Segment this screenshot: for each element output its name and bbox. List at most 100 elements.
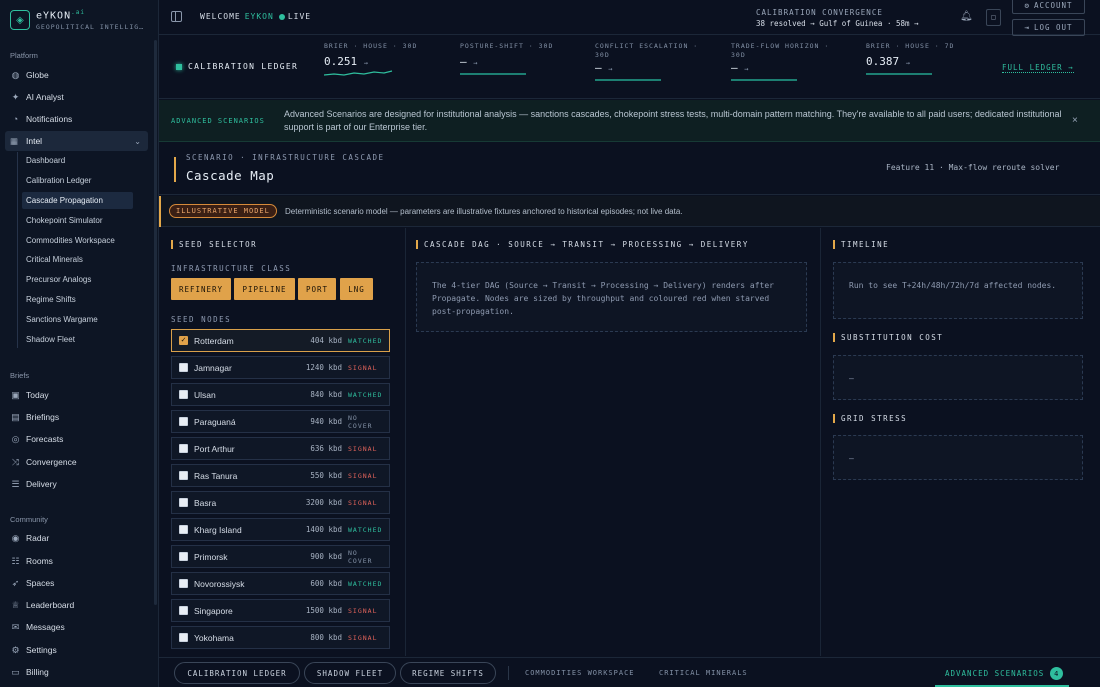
sidebar-item-shadow-fleet[interactable]: Shadow Fleet — [22, 331, 133, 348]
metric-brier-30d[interactable]: BRIER · HOUSE · 30D 0.251 → — [323, 42, 449, 79]
checkbox[interactable] — [179, 471, 188, 480]
tab-shadow-fleet[interactable]: SHADOW FLEET — [304, 662, 396, 684]
sidebar-item-calibration-ledger[interactable]: Calibration Ledger — [22, 172, 133, 189]
checkbox[interactable] — [179, 498, 188, 507]
metric-posture-shift[interactable]: POSTURE-SHIFT · 30D — → — [460, 42, 585, 75]
sidebar-item-forecasts[interactable]: ◎ Forecasts — [10, 430, 64, 448]
sidebar-item-leaderboard[interactable]: ♕ Leaderboard — [10, 596, 74, 614]
brand[interactable]: ◈ eYKON.ai GEOPOLITICAL INTELLIG… — [10, 9, 144, 31]
checkbox[interactable] — [179, 417, 188, 426]
checkbox[interactable]: ✓ — [179, 336, 188, 345]
tab-calibration-ledger[interactable]: CALIBRATION LEDGER — [174, 662, 300, 684]
sidebar-item-ai-analyst[interactable]: ✦ AI Analyst — [10, 88, 64, 106]
metric-trade-flow[interactable]: TRADE-FLOW HORIZON · 30D — → — [731, 42, 841, 81]
checkbox[interactable] — [179, 579, 188, 588]
sidebar-item-precursor-analogs[interactable]: Precursor Analogs — [22, 271, 133, 288]
sidebar-item-intel[interactable]: ▦ Intel ⌄ — [5, 131, 148, 151]
checkbox[interactable] — [179, 633, 188, 642]
seed-node-row[interactable]: Paraguaná 940 kbd NO COVER — [171, 410, 390, 433]
metric-bar — [460, 73, 526, 75]
node-throughput: 404 kbd — [310, 336, 342, 345]
checkbox[interactable] — [179, 525, 188, 534]
metric-conflict-escalation[interactable]: CONFLICT ESCALATION · 30D — → — [595, 42, 710, 81]
node-throughput: 1500 kbd — [305, 606, 342, 615]
tab-commodities-workspace[interactable]: COMMODITIES WORKSPACE — [525, 669, 635, 677]
tab-critical-minerals[interactable]: CRITICAL MINERALS — [659, 669, 748, 677]
checkbox[interactable] — [179, 363, 188, 372]
node-name: Ulsan — [194, 389, 216, 400]
sidebar-item-notifications[interactable]: ◔ Notifications — [10, 110, 73, 128]
chip-port[interactable]: PORT — [298, 278, 336, 300]
sidebar-item-sanctions-wargame[interactable]: Sanctions Wargame — [22, 311, 133, 328]
seed-node-row[interactable]: Singapore 1500 kbd SIGNAL — [171, 599, 390, 622]
seed-node-row[interactable]: Ulsan 840 kbd WATCHED — [171, 383, 390, 406]
seed-node-row[interactable]: Primorsk 900 kbd NO COVER — [171, 545, 390, 568]
panel-button[interactable]: ▢ — [986, 9, 1001, 26]
close-icon[interactable]: × — [1072, 115, 1078, 126]
users-icon: ☷ — [11, 555, 20, 566]
seed-node-row[interactable]: Ras Tanura 550 kbd SIGNAL — [171, 464, 390, 487]
node-status: WATCHED — [348, 390, 383, 399]
sidebar-item-chokepoint-simulator[interactable]: Chokepoint Simulator — [22, 212, 133, 229]
sidebar-item-commodities-workspace[interactable]: Commodities Workspace — [22, 232, 133, 249]
sidebar-item-label: Convergence — [26, 457, 77, 467]
seed-node-row[interactable]: Kharg Island 1400 kbd WATCHED — [171, 518, 390, 541]
sidebar-item-briefings[interactable]: ▤ Briefings — [10, 408, 59, 426]
sidebar-item-rooms[interactable]: ☷ Rooms — [10, 552, 52, 570]
grid-stress-value: — — [833, 435, 1083, 480]
sidebar-toggle-icon[interactable] — [171, 11, 182, 22]
sidebar-item-cascade-propagation[interactable]: Cascade Propagation — [22, 192, 133, 209]
seed-node-row[interactable]: ✓ Rotterdam 404 kbd WATCHED — [171, 329, 390, 352]
brand-subtitle: GEOPOLITICAL INTELLIG… — [36, 23, 145, 32]
sliders-icon: ☰ — [11, 478, 20, 489]
sidebar-item-critical-minerals[interactable]: Critical Minerals — [22, 251, 133, 268]
metric-label: BRIER · HOUSE · 30D — [324, 42, 418, 50]
full-ledger-link[interactable]: FULL LEDGER → — [1002, 63, 1074, 73]
sidebar-item-globe[interactable]: ◍ Globe — [10, 66, 49, 84]
sidebar-scrollbar[interactable] — [154, 40, 157, 605]
seed-node-row[interactable]: Novorossiysk 600 kbd WATCHED — [171, 572, 390, 595]
tab-advanced-scenarios[interactable]: ADVANCED SCENARIOS 4 — [945, 667, 1064, 680]
sidebar-item-radar[interactable]: ◉ Radar — [10, 529, 50, 547]
account-button[interactable]: ⚙ ACCOUNT — [1012, 0, 1085, 14]
node-name: Ras Tanura — [194, 470, 238, 481]
chip-lng[interactable]: LNG — [340, 278, 373, 300]
seed-node-row[interactable]: Yokohama 800 kbd SIGNAL — [171, 626, 390, 649]
sidebar-item-regime-shifts[interactable]: Regime Shifts — [22, 291, 133, 308]
accent-bar — [174, 157, 176, 182]
metric-brier-7d[interactable]: BRIER · HOUSE · 7D 0.387 → — [866, 42, 991, 75]
chip-pipeline[interactable]: PIPELINE — [234, 278, 295, 300]
sidebar-item-spaces[interactable]: ➶ Spaces — [10, 574, 55, 592]
node-name: Jamnagar — [194, 362, 232, 373]
checkbox[interactable] — [179, 552, 188, 561]
globe-icon: ◍ — [11, 69, 20, 80]
radar-icon: ◉ — [11, 532, 20, 543]
seed-node-row[interactable]: Basra 3200 kbd SIGNAL — [171, 491, 390, 514]
chip-refinery[interactable]: REFINERY — [171, 278, 231, 300]
mail-icon: ✉ — [11, 621, 20, 632]
calibration-convergence[interactable]: CALIBRATION CONVERGENCE 38 resolved → Gu… — [756, 7, 919, 29]
sidebar-item-settings[interactable]: ⚙ Settings — [10, 641, 56, 659]
metric-bar — [595, 79, 661, 81]
sidebar-item-label: Notifications — [26, 114, 73, 124]
timeline-placeholder: Run to see T+24h/48h/72h/7d affected nod… — [833, 262, 1083, 319]
metric-label: TRADE-FLOW HORIZON · 30D — [731, 42, 830, 59]
sidebar-item-billing[interactable]: ▭ Billing — [10, 663, 49, 681]
sidebar-item-dashboard[interactable]: Dashboard — [22, 152, 133, 169]
sidebar-item-label: Billing — [26, 667, 49, 677]
tab-regime-shifts[interactable]: REGIME SHIFTS — [400, 662, 496, 684]
seed-node-row[interactable]: Port Arthur 636 kbd SIGNAL — [171, 437, 390, 460]
advanced-label: ADVANCED SCENARIOS — [945, 669, 1045, 678]
checkbox[interactable] — [179, 444, 188, 453]
sidebar-item-delivery[interactable]: ☰ Delivery — [10, 475, 56, 493]
sidebar-item-messages[interactable]: ✉ Messages — [10, 618, 65, 636]
sidebar-item-convergence[interactable]: ⤨ Convergence — [10, 453, 77, 471]
logout-button[interactable]: ⇥ LOG OUT — [1012, 19, 1085, 36]
sidebar-item-today[interactable]: ▣ Today — [10, 386, 48, 404]
seed-node-row[interactable]: Jamnagar 1240 kbd SIGNAL — [171, 356, 390, 379]
chevron-down-icon[interactable]: ⌄ — [134, 137, 141, 146]
checkbox[interactable] — [179, 606, 188, 615]
checkbox[interactable] — [179, 390, 188, 399]
illustrative-badge: ILLUSTRATIVE MODEL — [169, 204, 277, 218]
bell-icon[interactable]: 🔔︎ — [960, 11, 973, 22]
